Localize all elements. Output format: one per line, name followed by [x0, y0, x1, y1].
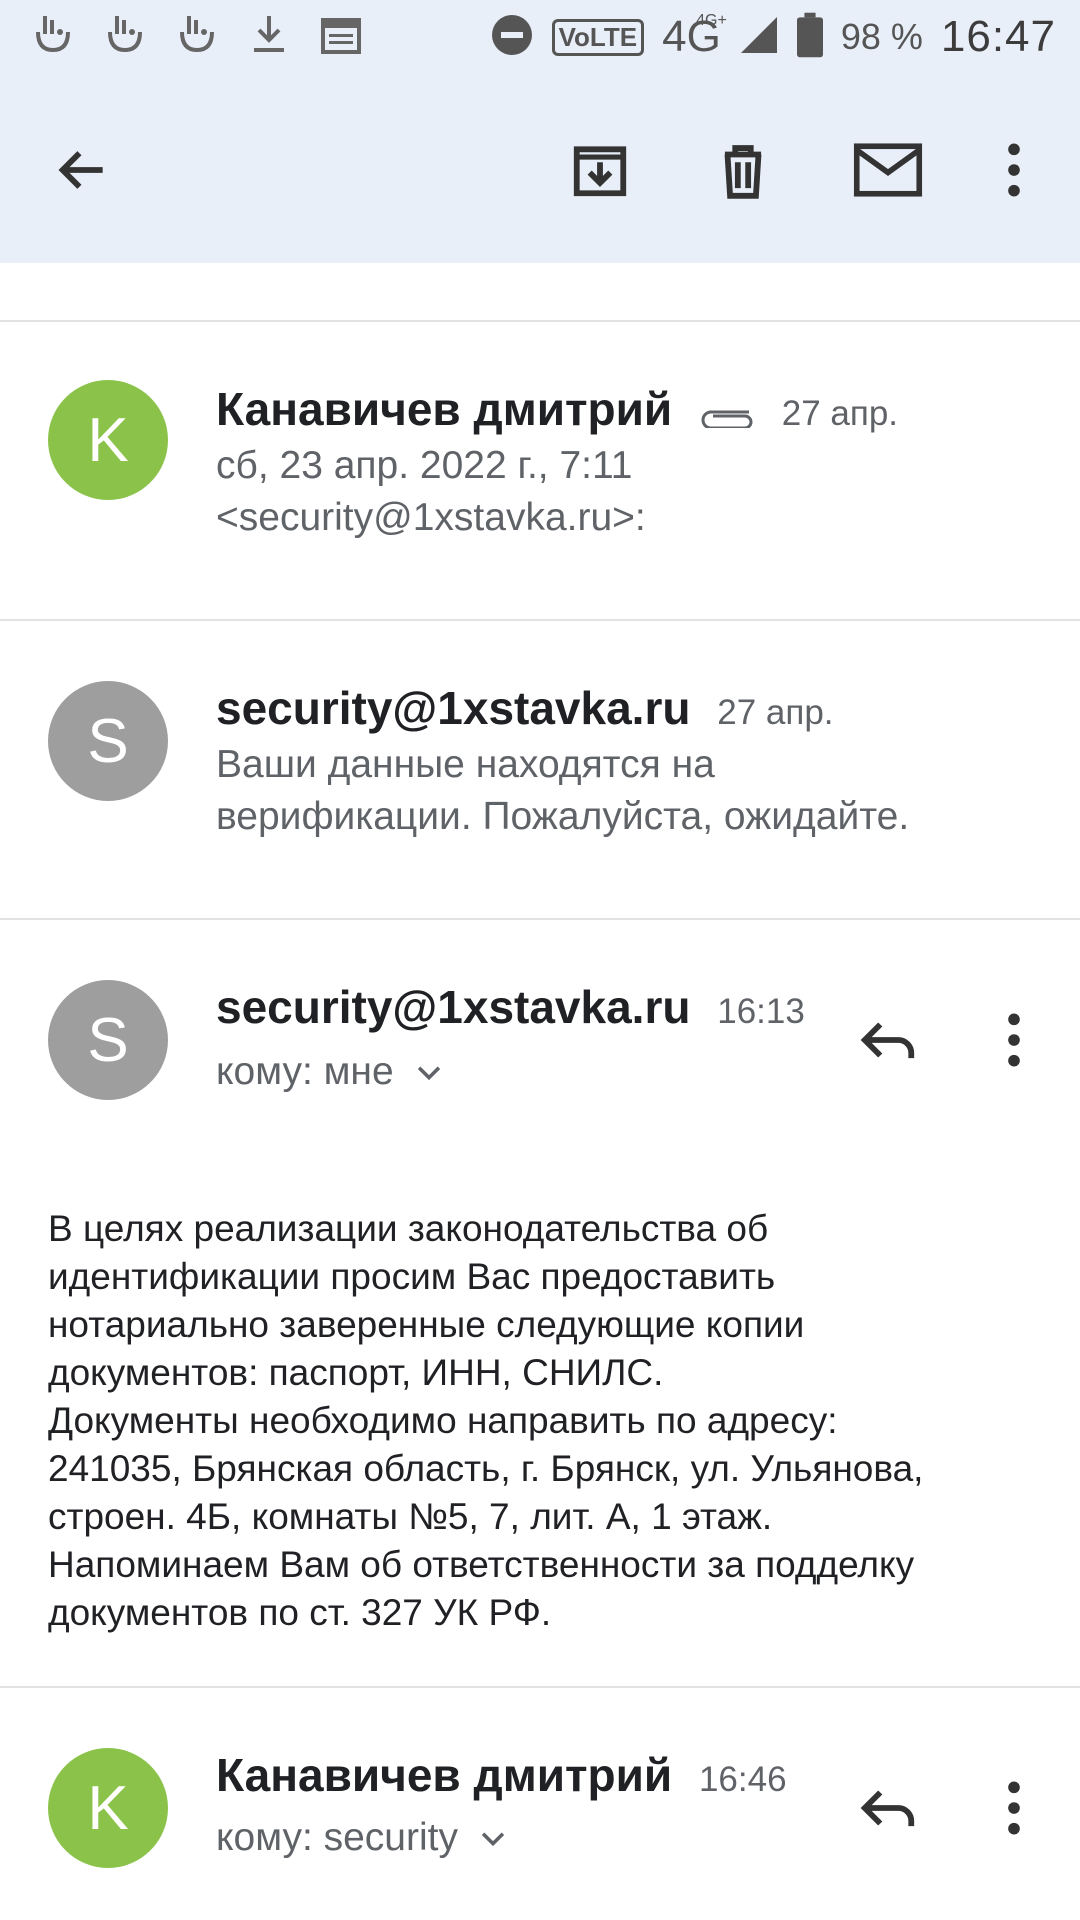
mark-unread-button[interactable] [848, 130, 928, 210]
sender-name: security@1xstavka.ru [216, 682, 691, 734]
sender-name: Канавичев дмитрий [216, 1749, 673, 1801]
message-time: 16:46 [698, 1760, 787, 1799]
avatar: S [48, 681, 168, 801]
dnd-icon [490, 13, 534, 62]
body-line: Документы необходимо направить по адресу… [48, 1400, 838, 1441]
notification-icon [28, 10, 78, 65]
avatar: S [48, 980, 168, 1100]
reply-icon [860, 1790, 915, 1827]
avatar: K [48, 380, 168, 500]
recipient-label: кому: security [216, 1816, 458, 1859]
sender-row: security@1xstavka.ru 16:13 [216, 980, 805, 1034]
message-item[interactable]: K Канавичев дмитрий 27 апр. сб, 23 апр. … [0, 322, 1080, 618]
snippet-line: <security@1xstavka.ru>: [216, 496, 646, 539]
more-options-button[interactable] [974, 130, 1054, 210]
message-time: 16:13 [717, 992, 805, 1031]
notification-icon [100, 10, 150, 65]
body-line: идентификации просим Вас предоставить [48, 1256, 776, 1297]
battery-percent: 98 % [840, 16, 923, 57]
status-bar: VoLTE 4G 4G+ 98 % 16:47 [0, 0, 1080, 75]
more-vert-icon [1008, 1781, 1020, 1835]
reply-button[interactable] [848, 1768, 928, 1848]
body-line: документов: паспорт, ИНН, СНИЛС. [48, 1352, 664, 1393]
message-date: 27 апр. [781, 394, 899, 433]
archive-button[interactable] [560, 130, 640, 210]
message-more-button[interactable] [974, 1768, 1054, 1848]
body-line: 241035, Брянская область, г. Брянск, ул.… [48, 1448, 924, 1489]
reply-button[interactable] [848, 1000, 928, 1080]
more-vert-icon [1008, 1013, 1020, 1067]
notification-icon [172, 10, 222, 65]
recipient-details[interactable]: кому: security [216, 1816, 510, 1860]
message-date: 27 апр. [717, 693, 834, 732]
download-icon [244, 10, 294, 65]
battery-icon [796, 12, 823, 63]
snippet-line: сб, 23 апр. 2022 г., 7:11 [216, 444, 633, 487]
back-button[interactable] [42, 130, 122, 210]
network-type: 4G 4G+ [662, 12, 727, 62]
recipient-details[interactable]: кому: мне [216, 1050, 446, 1094]
reply-icon [860, 1022, 915, 1059]
message-more-button[interactable] [974, 1000, 1054, 1080]
volte-icon: VoLTE [551, 18, 645, 56]
calendar-icon [316, 10, 366, 65]
message-item[interactable]: K Канавичев дмитрий 16:46 кому: security [0, 1688, 1080, 1920]
body-line: Напоминаем Вам об ответственности за под… [48, 1544, 915, 1585]
sender-name: Канавичев дмитрий [216, 383, 673, 435]
sender-row: Канавичев дмитрий 16:46 [216, 1748, 787, 1802]
toolbar [0, 100, 1080, 240]
mark-unread-icon [853, 143, 923, 197]
delete-button[interactable] [703, 130, 783, 210]
message-body: В целях реализации законодательства об и… [48, 1205, 1048, 1637]
signal-icon [739, 15, 779, 60]
body-line: строен. 4Б, комнаты №5, 7, лит. А, 1 эта… [48, 1496, 773, 1537]
snippet-line: верификации. Пожалуйста, ожидайте. [216, 795, 910, 838]
attachment-icon [701, 410, 753, 428]
chevron-down-icon [481, 1832, 505, 1847]
message-item[interactable]: S security@1xstavka.ru 27 апр. Ваши данн… [0, 621, 1080, 919]
sender-name: security@1xstavka.ru [216, 981, 691, 1033]
avatar: K [48, 1748, 168, 1868]
archive-icon [573, 146, 627, 197]
body-line: нотариально заверенные следующие копии [48, 1304, 805, 1345]
more-vert-icon [1008, 143, 1020, 197]
chevron-down-icon [417, 1066, 440, 1081]
sender-row: security@1xstavka.ru 27 апр. [216, 681, 834, 735]
network-sup: 4G+ [696, 12, 727, 29]
body-line: документов по ст. 327 УК РФ. [48, 1592, 552, 1633]
delete-icon [724, 145, 762, 199]
sender-row: Канавичев дмитрий 27 апр. [216, 382, 898, 436]
recipient-label: кому: мне [216, 1050, 394, 1093]
back-arrow-icon [58, 151, 103, 189]
top-app-bar: VoLTE 4G 4G+ 98 % 16:47 [0, 0, 1080, 263]
snippet-line: Ваши данные находятся на [216, 743, 715, 786]
body-line: В целях реализации законодательства об [48, 1208, 769, 1249]
clock: 16:47 [940, 12, 1056, 61]
